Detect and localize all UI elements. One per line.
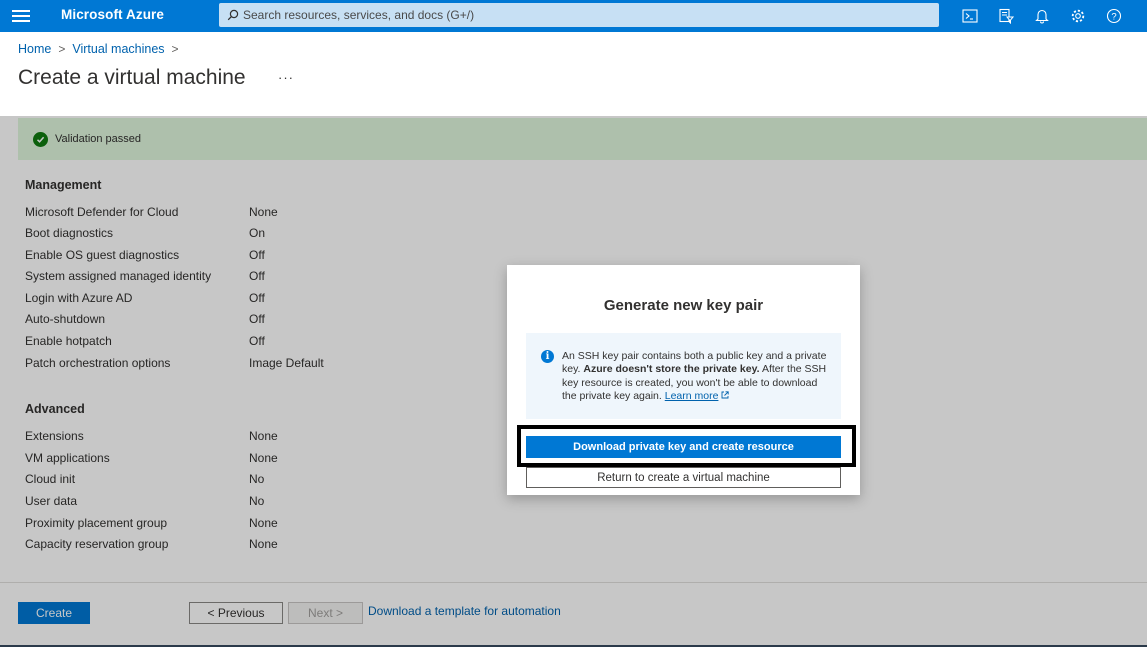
breadcrumb-virtual-machines[interactable]: Virtual machines (72, 42, 164, 56)
learn-more-link[interactable]: Learn more (665, 390, 719, 402)
notifications-icon[interactable] (1032, 6, 1052, 26)
settings-icon[interactable] (1068, 6, 1088, 26)
download-private-key-button[interactable]: Download private key and create resource (526, 436, 841, 458)
search-icon (227, 9, 239, 21)
breadcrumb-home[interactable]: Home (18, 42, 51, 56)
return-button[interactable]: Return to create a virtual machine (526, 467, 841, 488)
page-title: Create a virtual machine (18, 66, 246, 89)
info-icon: i (541, 350, 554, 363)
search-input[interactable] (243, 8, 923, 22)
menu-icon[interactable] (12, 8, 30, 24)
brand-title[interactable]: Microsoft Azure (61, 7, 164, 22)
info-message: An SSH key pair contains both a public k… (562, 350, 832, 403)
directory-filter-icon[interactable] (996, 6, 1016, 26)
breadcrumb-separator: > (171, 42, 179, 56)
generate-key-pair-dialog: Generate new key pair i An SSH key pair … (507, 265, 860, 495)
help-icon[interactable]: ? (1104, 6, 1124, 26)
info-message-box: i An SSH key pair contains both a public… (526, 333, 841, 419)
breadcrumb: Home > Virtual machines > (18, 42, 186, 56)
info-text-bold: Azure doesn't store the private key. (583, 363, 760, 376)
top-navigation-bar: Microsoft Azure ? (0, 0, 1147, 32)
external-link-icon (721, 391, 730, 399)
breadcrumb-separator: > (58, 42, 66, 56)
search-box[interactable] (219, 3, 939, 27)
more-options-icon[interactable]: ··· (278, 70, 294, 85)
cloud-shell-icon[interactable] (960, 6, 980, 26)
dialog-title: Generate new key pair (603, 297, 764, 314)
svg-text:?: ? (1111, 12, 1116, 23)
